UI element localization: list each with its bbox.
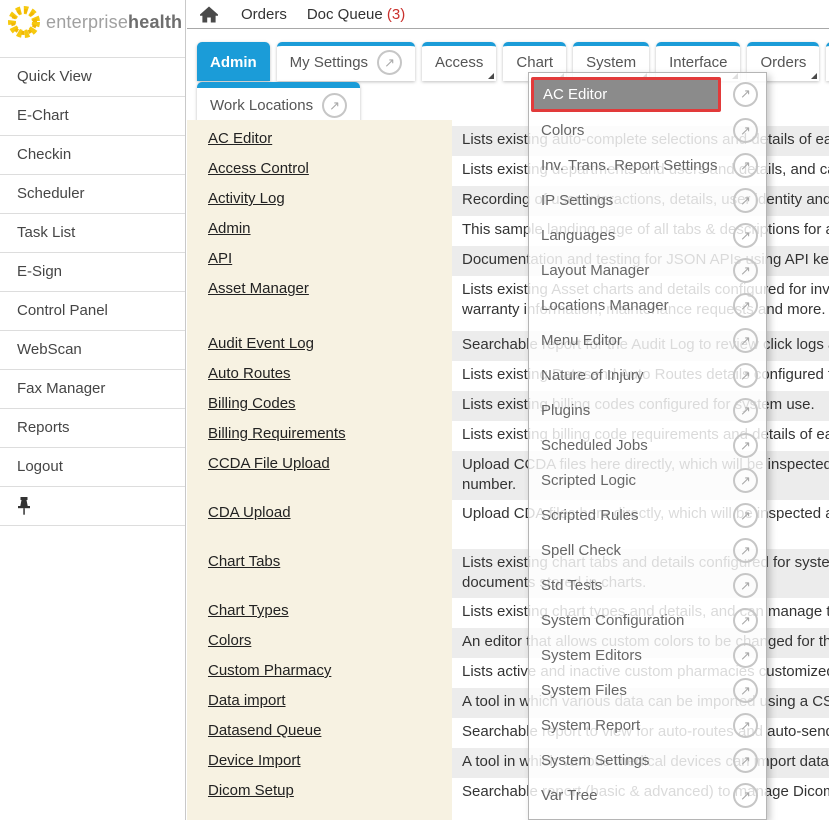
sun-logo-icon [6, 3, 42, 41]
sidebar-item[interactable]: Checkin [0, 136, 185, 175]
tab-work-locations[interactable]: Work Locations ↗ [197, 82, 360, 125]
admin-link[interactable]: Datasend Queue [208, 722, 321, 739]
home-icon[interactable] [199, 5, 219, 23]
admin-link[interactable]: Device Import [208, 752, 301, 769]
system-menu-item[interactable]: Inv. Trans. Report Settings ↗ [529, 148, 766, 183]
system-menu-item[interactable]: Plugins ↗ [529, 393, 766, 428]
admin-link[interactable]: Billing Requirements [208, 425, 346, 442]
popout-arrow-icon[interactable]: ↗ [733, 433, 758, 458]
popout-arrow-icon[interactable]: ↗ [733, 783, 758, 808]
admin-link[interactable]: Chart Types [208, 602, 289, 619]
system-menu-item[interactable]: Var Tree ↗ [529, 778, 766, 813]
sidebar-item[interactable]: Task List [0, 214, 185, 253]
popout-arrow-icon[interactable]: ↗ [733, 118, 758, 143]
sidebar-item[interactable]: Quick View [0, 58, 185, 97]
system-menu-item[interactable]: Scripted Rules ↗ [529, 498, 766, 533]
breadcrumb: Orders Doc Queue (3) [187, 0, 829, 29]
popout-arrow-icon[interactable]: ↗ [733, 258, 758, 283]
logo-text: enterprisehealth [46, 12, 182, 33]
admin-link[interactable]: CCDA File Upload [208, 455, 330, 472]
popout-arrow-icon[interactable]: ↗ [733, 678, 758, 703]
admin-link[interactable]: Activity Log [208, 190, 285, 207]
sidebar-item[interactable]: Reports [0, 409, 185, 448]
tab[interactable]: Access ↗ [422, 42, 496, 81]
sidebar-nav: Quick View E-Chart Checkin Scheduler Tas… [0, 57, 185, 487]
admin-link[interactable]: Colors [208, 632, 251, 649]
system-menu-item[interactable]: Scripted Logic ↗ [529, 463, 766, 498]
admin-link[interactable]: Data import [208, 692, 286, 709]
admin-link[interactable]: Access Control [208, 160, 309, 177]
admin-link[interactable]: Admin [208, 220, 251, 237]
system-menu-item[interactable]: Languages ↗ [529, 218, 766, 253]
system-dropdown-menu: AC Editor ↗ Colors ↗ Inv. Trans. Report … [528, 72, 767, 820]
sidebar-item[interactable]: Control Panel [0, 292, 185, 331]
admin-link[interactable]: Chart Tabs [208, 553, 280, 570]
admin-link[interactable]: CDA Upload [208, 504, 291, 521]
popout-arrow-icon[interactable]: ↗ [733, 293, 758, 318]
sidebar-item[interactable]: Logout [0, 448, 185, 487]
popout-arrow-icon[interactable]: ↗ [733, 643, 758, 668]
sidebar-item[interactable]: Fax Manager [0, 370, 185, 409]
popout-arrow-icon[interactable]: ↗ [733, 223, 758, 248]
popout-arrow-icon[interactable]: ↗ [733, 363, 758, 388]
popout-arrow-icon[interactable]: ↗ [377, 50, 402, 75]
system-menu-item[interactable]: Std Tests ↗ [529, 568, 766, 603]
sidebar-item[interactable]: E-Chart [0, 97, 185, 136]
tab[interactable]: Admin ↗ [197, 42, 270, 81]
admin-link[interactable]: Custom Pharmacy [208, 662, 331, 679]
system-menu-item[interactable]: IP Settings ↗ [529, 183, 766, 218]
system-menu-item[interactable]: Locations Manager ↗ [529, 288, 766, 323]
popout-arrow-icon[interactable]: ↗ [733, 713, 758, 738]
sidebar-item[interactable]: Scheduler [0, 175, 185, 214]
system-menu-item[interactable]: Nature of Injury ↗ [529, 358, 766, 393]
popout-arrow-icon[interactable]: ↗ [733, 608, 758, 633]
system-menu-item[interactable]: System Report ↗ [529, 708, 766, 743]
popout-arrow-icon[interactable]: ↗ [733, 328, 758, 353]
system-menu-item[interactable]: Scheduled Jobs ↗ [529, 428, 766, 463]
system-menu-item[interactable]: System Files ↗ [529, 673, 766, 708]
admin-link[interactable]: Asset Manager [208, 280, 309, 297]
popout-arrow-icon[interactable]: ↗ [733, 748, 758, 773]
pushpin-icon [17, 497, 31, 515]
breadcrumb-orders[interactable]: Orders [241, 6, 287, 23]
popout-arrow-icon[interactable]: ↗ [322, 93, 347, 118]
sidebar-item[interactable]: E-Sign [0, 253, 185, 292]
sidebar-item[interactable]: WebScan [0, 331, 185, 370]
admin-link[interactable]: API [208, 250, 232, 267]
popout-arrow-icon[interactable]: ↗ [733, 188, 758, 213]
app-logo[interactable]: enterprisehealth [0, 0, 185, 44]
admin-link[interactable]: Audit Event Log [208, 335, 314, 352]
doc-queue-count-badge: (3) [387, 6, 405, 23]
popout-arrow-icon[interactable]: ↗ [733, 468, 758, 493]
popout-arrow-icon[interactable]: ↗ [733, 538, 758, 563]
admin-link[interactable]: Dicom Setup [208, 782, 294, 799]
popout-arrow-icon[interactable]: ↗ [733, 398, 758, 423]
left-rail: enterprisehealth Quick View E-Chart Chec… [0, 0, 186, 820]
system-menu-item[interactable]: Spell Check ↗ [529, 533, 766, 568]
admin-link[interactable]: AC Editor [208, 130, 272, 147]
system-menu-item[interactable]: Colors ↗ [529, 113, 766, 148]
admin-link[interactable]: Auto Routes [208, 365, 291, 382]
popout-arrow-icon[interactable]: ↗ [733, 82, 758, 107]
tab-bar-secondary: Work Locations ↗ [187, 82, 360, 125]
sidebar-pin-button[interactable] [0, 487, 185, 526]
breadcrumb-doc-queue[interactable]: Doc Queue (3) [307, 6, 405, 23]
tab[interactable]: My Settings ↗ [277, 42, 415, 81]
system-menu-item[interactable]: System Settings ↗ [529, 743, 766, 778]
popout-arrow-icon[interactable]: ↗ [733, 153, 758, 178]
popout-arrow-icon[interactable]: ↗ [733, 573, 758, 598]
system-menu-item[interactable]: AC Editor ↗ [529, 75, 766, 113]
admin-link[interactable]: Billing Codes [208, 395, 296, 412]
system-menu-item[interactable]: System Configuration ↗ [529, 603, 766, 638]
system-menu-item[interactable]: System Editors ↗ [529, 638, 766, 673]
system-menu-item[interactable]: Menu Editor ↗ [529, 323, 766, 358]
popout-arrow-icon[interactable]: ↗ [733, 503, 758, 528]
system-menu-item[interactable]: Layout Manager ↗ [529, 253, 766, 288]
